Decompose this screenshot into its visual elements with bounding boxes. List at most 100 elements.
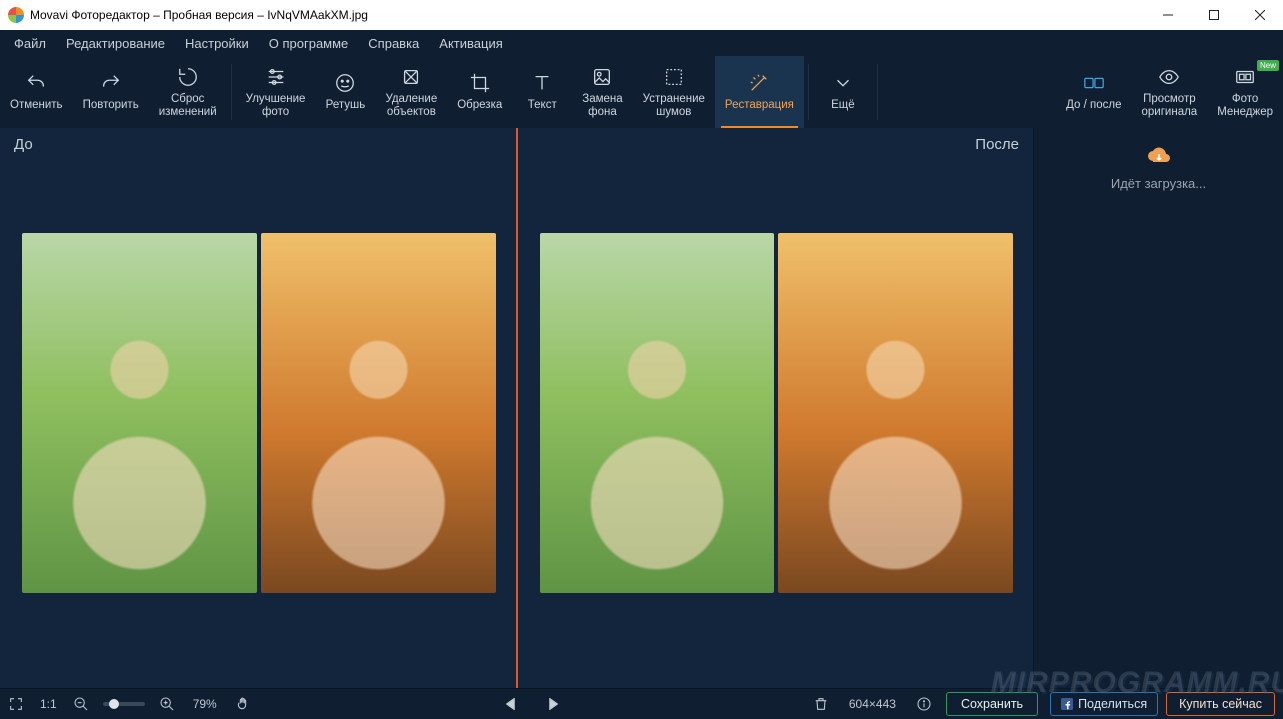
cloud-download-icon (1147, 146, 1171, 166)
gallery-icon (1233, 65, 1257, 89)
enhance-label-2: фото (262, 106, 289, 119)
crop-icon (468, 71, 492, 95)
crop-label: Обрезка (457, 99, 502, 112)
share-button[interactable]: Поделиться (1050, 692, 1158, 716)
text-button[interactable]: Текст (512, 56, 572, 128)
zoom-thumb[interactable] (109, 699, 119, 709)
remove-label-2: объектов (387, 106, 436, 119)
info-button[interactable] (908, 689, 940, 719)
retouch-label: Ретушь (326, 99, 366, 112)
text-label: Текст (528, 99, 557, 112)
next-image-button[interactable] (537, 689, 569, 719)
image-placeholder (778, 233, 1013, 593)
more-label: Ещё (831, 99, 855, 112)
buy-button[interactable]: Купить сейчас (1166, 692, 1275, 716)
after-image (540, 233, 1014, 593)
separator (808, 64, 809, 120)
remove-label-1: Удаление (385, 93, 437, 106)
change-bg-button[interactable]: Замена фона (572, 56, 632, 128)
before-after-button[interactable]: До / после (1056, 56, 1131, 128)
menu-activation[interactable]: Активация (429, 32, 512, 55)
image-placeholder (540, 233, 775, 593)
undo-button[interactable]: Отменить (0, 56, 73, 128)
status-bar: 1:1 79% 604×443 Сохранить Поделиться Куп… (0, 688, 1283, 718)
facebook-icon (1061, 698, 1073, 710)
zoom-in-button[interactable] (151, 689, 183, 719)
separator (877, 64, 878, 120)
toolbar: Отменить Повторить Сброс изменений Улучш… (0, 56, 1283, 128)
reset-label-1: Сброс (171, 93, 204, 106)
reset-label-2: изменений (159, 106, 217, 119)
reset-button[interactable]: Сброс изменений (149, 56, 227, 128)
sliders-icon (264, 65, 288, 89)
maximize-button[interactable] (1191, 0, 1237, 30)
image-dimensions: 604×443 (849, 697, 896, 711)
restore-label: Реставрация (725, 99, 794, 112)
title-bar: Movavi Фоторедактор – Пробная версия – I… (0, 0, 1283, 30)
retouch-button[interactable]: Ретушь (315, 56, 375, 128)
restoration-button[interactable]: Реставрация (715, 56, 804, 128)
menu-edit[interactable]: Редактирование (56, 32, 175, 55)
menu-help[interactable]: Справка (358, 32, 429, 55)
pan-button[interactable] (227, 689, 259, 719)
redo-label: Повторить (83, 99, 139, 112)
zoom-out-button[interactable] (65, 689, 97, 719)
zoom-slider[interactable] (103, 702, 145, 706)
after-pane[interactable] (518, 128, 1034, 688)
menu-settings[interactable]: Настройки (175, 32, 259, 55)
chevron-down-icon (831, 71, 855, 95)
delete-button[interactable] (805, 689, 837, 719)
zoom-ratio[interactable]: 1:1 (40, 697, 57, 711)
menu-file[interactable]: Файл (4, 32, 56, 55)
app-logo-icon (8, 7, 24, 23)
image-placeholder (261, 233, 496, 593)
share-label: Поделиться (1078, 697, 1147, 711)
photo-manager-button[interactable]: New Фото Менеджер (1207, 56, 1283, 128)
text-icon (530, 71, 554, 95)
image-placeholder (22, 233, 257, 593)
reset-icon (176, 65, 200, 89)
nav-arrows (495, 689, 569, 719)
compare-icon (1082, 71, 1106, 95)
menu-about[interactable]: О программе (259, 32, 359, 55)
before-after-label: До / после (1066, 99, 1121, 112)
view-original-button[interactable]: Просмотр оригинала (1132, 56, 1208, 128)
fullscreen-button[interactable] (0, 689, 32, 719)
denoise-button[interactable]: Устранение шумов (633, 56, 715, 128)
zoom-percent: 79% (193, 697, 217, 711)
face-icon (333, 71, 357, 95)
bg-label-1: Замена (582, 93, 622, 106)
noise-label-1: Устранение (643, 93, 705, 106)
loading-text: Идёт загрузка... (1111, 176, 1206, 191)
vieworig-label-1: Просмотр (1143, 93, 1196, 106)
enhance-label-1: Улучшение (246, 93, 306, 106)
wand-icon (747, 71, 771, 95)
window-title: Movavi Фоторедактор – Пробная версия – I… (30, 8, 368, 22)
bg-label-2: фона (588, 106, 617, 119)
side-panel: Идёт загрузка... (1033, 128, 1283, 688)
redo-button[interactable]: Повторить (73, 56, 149, 128)
eye-icon (1157, 65, 1181, 89)
remove-objects-button[interactable]: Удаление объектов (375, 56, 447, 128)
photomgr-label-1: Фото (1232, 93, 1258, 106)
prev-image-button[interactable] (495, 689, 527, 719)
more-button[interactable]: Ещё (813, 56, 873, 128)
photomgr-label-2: Менеджер (1217, 106, 1273, 119)
undo-label: Отменить (10, 99, 63, 112)
enhance-button[interactable]: Улучшение фото (236, 56, 316, 128)
before-pane[interactable] (0, 128, 516, 688)
separator (231, 64, 232, 120)
before-image (22, 233, 496, 593)
new-badge: New (1257, 60, 1279, 71)
erase-icon (399, 65, 423, 89)
vieworig-label-2: оригинала (1142, 106, 1198, 119)
crop-button[interactable]: Обрезка (447, 56, 512, 128)
undo-icon (24, 71, 48, 95)
close-button[interactable] (1237, 0, 1283, 30)
minimize-button[interactable] (1145, 0, 1191, 30)
noise-label-2: шумов (656, 106, 691, 119)
save-button[interactable]: Сохранить (946, 692, 1038, 716)
main-area: До После Идёт загрузка... (0, 128, 1283, 688)
image-viewer: До После (0, 128, 1033, 688)
noise-icon (662, 65, 686, 89)
